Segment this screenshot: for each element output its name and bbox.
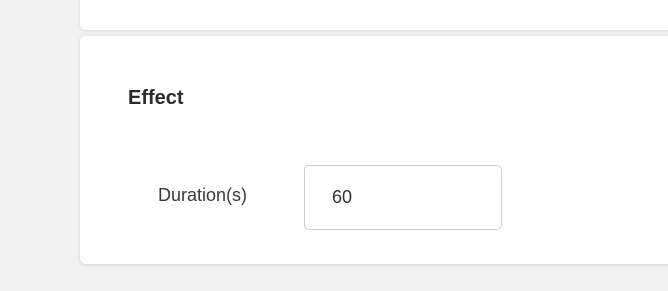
duration-label: Duration(s) — [158, 185, 248, 205]
effect-section-card: Effect Duration(s) — [80, 36, 668, 264]
previous-section-card — [80, 0, 668, 30]
effect-section-title: Effect — [128, 87, 184, 109]
duration-input[interactable] — [304, 165, 502, 230]
